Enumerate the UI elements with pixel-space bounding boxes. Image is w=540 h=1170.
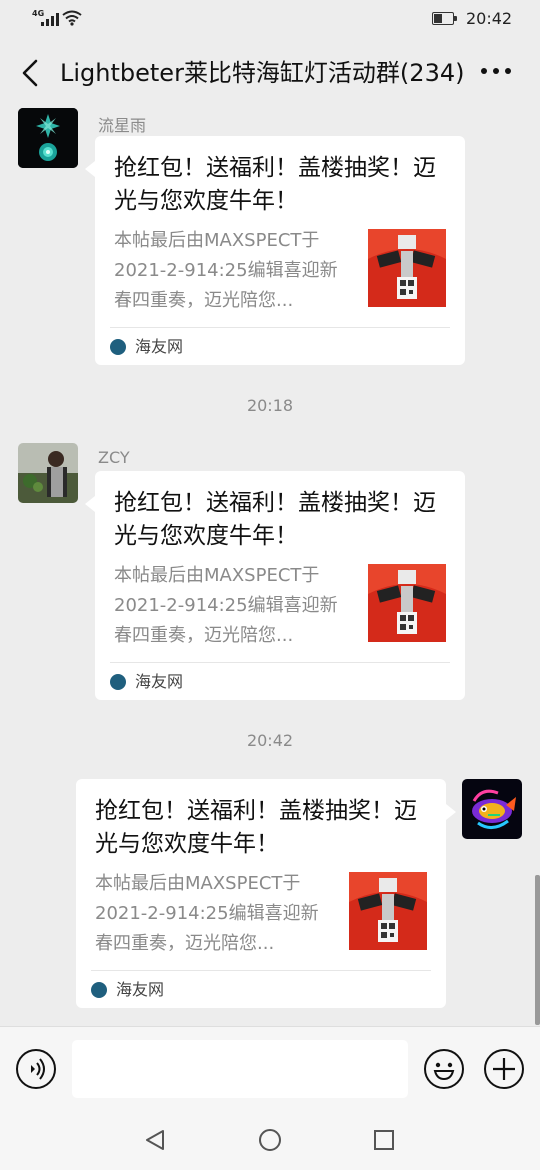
card-divider	[91, 970, 431, 971]
card-thumbnail	[349, 872, 427, 950]
source-name: 海友网	[116, 980, 165, 999]
card-title: 抢红包！送福利！盖楼抽奖！迈光与您欢度牛年！	[114, 155, 436, 214]
message-input[interactable]	[72, 1040, 408, 1098]
card-description: 本帖最后由MAXSPECT于2021-2-914:25编辑喜迎新春四重奏，迈光陪…	[114, 230, 338, 311]
avatar[interactable]	[18, 443, 78, 503]
source-logo-icon	[91, 982, 107, 998]
sender-name: ZCY	[98, 448, 130, 467]
card-title: 抢红包！送福利！盖楼抽奖！迈光与您欢度牛年！	[114, 490, 436, 549]
scrollbar[interactable]	[535, 875, 540, 1025]
link-card[interactable]: 抢红包！送福利！盖楼抽奖！迈光与您欢度牛年！ 本帖最后由MAXSPECT于202…	[76, 779, 456, 1008]
source-name: 海友网	[135, 672, 184, 691]
source-logo-icon	[110, 339, 126, 355]
card-description: 本帖最后由MAXSPECT于2021-2-914:25编辑喜迎新春四重奏，迈光陪…	[95, 873, 319, 954]
wifi-icon	[62, 10, 82, 26]
card-title: 抢红包！送福利！盖楼抽奖！迈光与您欢度牛年！	[95, 798, 417, 857]
timestamp: 20:18	[246, 396, 294, 415]
battery-icon	[432, 12, 458, 26]
card-divider	[110, 327, 450, 328]
timestamp: 20:42	[246, 731, 294, 750]
card-description: 本帖最后由MAXSPECT于2021-2-914:25编辑喜迎新春四重奏，迈光陪…	[114, 565, 338, 646]
system-nav-bar	[0, 1110, 540, 1170]
chevron-left-icon[interactable]	[16, 58, 44, 88]
more-dots-icon[interactable]	[481, 68, 513, 78]
source-name: 海友网	[135, 337, 184, 356]
input-bar	[0, 1026, 540, 1110]
card-thumbnail	[368, 564, 446, 642]
nav-home-icon[interactable]	[258, 1128, 282, 1152]
nav-back-icon[interactable]	[143, 1128, 167, 1152]
chat-title: Lightbeter莱比特海缸灯活动群(234)	[60, 59, 465, 87]
emoji-icon[interactable]	[424, 1049, 464, 1089]
status-bar: 4G 20:42	[0, 0, 540, 38]
link-card[interactable]: 抢红包！送福利！盖楼抽奖！迈光与您欢度牛年！ 本帖最后由MAXSPECT于202…	[85, 471, 465, 700]
sender-name: 流星雨	[98, 116, 147, 135]
avatar[interactable]	[18, 108, 78, 168]
card-divider	[110, 662, 450, 663]
plus-icon[interactable]	[484, 1049, 524, 1089]
my-avatar[interactable]	[462, 779, 522, 839]
status-time: 20:42	[466, 9, 513, 28]
nav-recents-icon[interactable]	[373, 1129, 395, 1151]
chat-header: Lightbeter莱比特海缸灯活动群(234)	[0, 38, 540, 108]
card-thumbnail	[368, 229, 446, 307]
source-logo-icon	[110, 674, 126, 690]
voice-icon[interactable]	[16, 1049, 56, 1089]
link-card[interactable]: 抢红包！送福利！盖楼抽奖！迈光与您欢度牛年！ 本帖最后由MAXSPECT于202…	[85, 136, 465, 365]
